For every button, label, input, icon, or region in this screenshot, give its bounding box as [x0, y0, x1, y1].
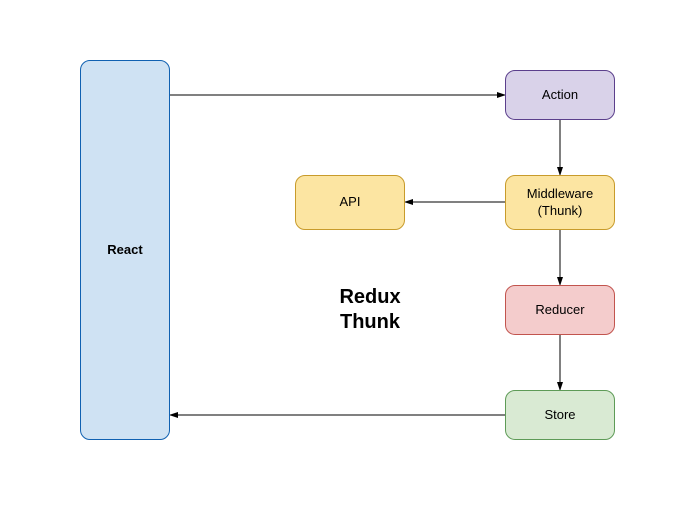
title-line1: Redux [339, 286, 400, 308]
title-line2: Thunk [340, 311, 400, 333]
diagram-title: Redux Thunk [300, 285, 440, 335]
node-react: React [80, 60, 170, 440]
node-reducer: Reducer [505, 285, 615, 335]
node-api: API [295, 175, 405, 230]
node-middleware: Middleware(Thunk) [505, 175, 615, 230]
node-store: Store [505, 390, 615, 440]
node-action: Action [505, 70, 615, 120]
diagram-canvas: React Action Middleware(Thunk) API Reduc… [0, 0, 696, 511]
